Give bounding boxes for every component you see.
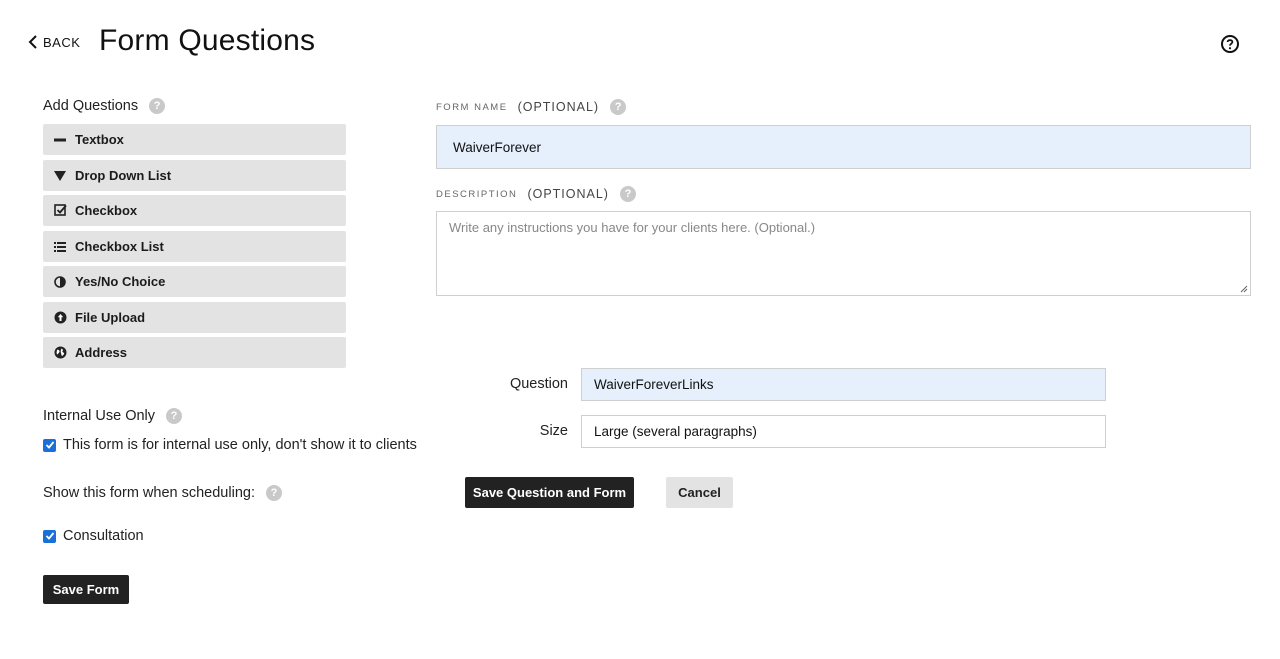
page-title: Form Questions [99, 24, 316, 57]
scheduling-label: Show this form when scheduling: [43, 485, 255, 501]
internal-use-option: This form is for internal use only, don'… [43, 437, 417, 453]
globe-icon [53, 346, 67, 360]
question-label: Question [509, 376, 568, 392]
scheduling-heading: Show this form when scheduling: ? [43, 485, 282, 501]
consultation-option: Consultation [43, 528, 144, 544]
add-textbox-button[interactable]: Textbox [43, 124, 346, 155]
add-checkbox-list-button[interactable]: Checkbox List [43, 231, 346, 262]
internal-use-heading: Internal Use Only ? [43, 408, 183, 424]
description-textarea[interactable]: Write any instructions you have for your… [436, 211, 1251, 296]
size-select[interactable]: Large (several paragraphs) [581, 415, 1106, 448]
back-button[interactable]: BACK [26, 34, 80, 50]
description-optional: (OPTIONAL) [527, 187, 609, 201]
add-address-label: Address [75, 345, 128, 360]
add-checkbox-label: Checkbox [75, 203, 138, 218]
size-label: Size [539, 423, 568, 439]
save-question-button[interactable]: Save Question and Form [465, 477, 634, 508]
add-file-upload-button[interactable]: File Upload [43, 302, 346, 333]
form-name-heading: FORM NAME (OPTIONAL) ? [436, 99, 627, 115]
triangle-down-icon [53, 169, 67, 183]
internal-use-checkbox[interactable] [43, 438, 56, 452]
add-questions-heading: Add Questions ? [43, 98, 166, 114]
question-mark-icon[interactable]: ? [149, 98, 166, 114]
form-name-input[interactable]: WaiverForever [436, 125, 1251, 169]
question-mark-icon[interactable]: ? [610, 99, 627, 115]
description-heading: DESCRIPTION (OPTIONAL) ? [436, 186, 636, 202]
question-input[interactable]: WaiverForeverLinks [581, 368, 1106, 401]
description-placeholder: Write any instructions you have for your… [449, 220, 816, 235]
resize-handle-icon[interactable] [1240, 285, 1248, 293]
cancel-button[interactable]: Cancel [666, 477, 733, 508]
add-questions-label: Add Questions [43, 98, 139, 114]
add-textbox-label: Textbox [75, 132, 124, 147]
checkbox-icon [53, 204, 67, 218]
back-label: BACK [43, 34, 81, 50]
half-circle-icon [53, 275, 67, 289]
add-yes-no-label: Yes/No Choice [75, 274, 166, 289]
form-name-optional: (OPTIONAL) [517, 100, 600, 114]
add-yes-no-button[interactable]: Yes/No Choice [43, 266, 346, 297]
question-mark-icon[interactable]: ? [166, 408, 183, 424]
consultation-checkbox[interactable] [43, 529, 56, 543]
form-name-label: FORM NAME [436, 101, 508, 113]
help-circle-icon[interactable] [1220, 34, 1240, 54]
add-dropdown-button[interactable]: Drop Down List [43, 160, 346, 191]
consultation-label: Consultation [63, 528, 144, 544]
internal-use-label: Internal Use Only [43, 408, 156, 424]
description-label: DESCRIPTION [436, 188, 518, 200]
question-mark-icon[interactable]: ? [265, 485, 282, 501]
internal-use-checkbox-label: This form is for internal use only, don'… [63, 437, 417, 453]
add-dropdown-label: Drop Down List [75, 168, 172, 183]
upload-icon [53, 311, 67, 325]
add-file-upload-label: File Upload [75, 310, 146, 325]
save-form-button[interactable]: Save Form [43, 575, 129, 604]
list-icon [53, 240, 67, 254]
minus-icon [53, 133, 67, 147]
add-address-button[interactable]: Address [43, 337, 346, 368]
chevron-left-icon [28, 35, 37, 49]
add-checkbox-list-label: Checkbox List [75, 239, 164, 254]
question-mark-icon[interactable]: ? [619, 186, 636, 202]
add-checkbox-button[interactable]: Checkbox [43, 195, 346, 226]
